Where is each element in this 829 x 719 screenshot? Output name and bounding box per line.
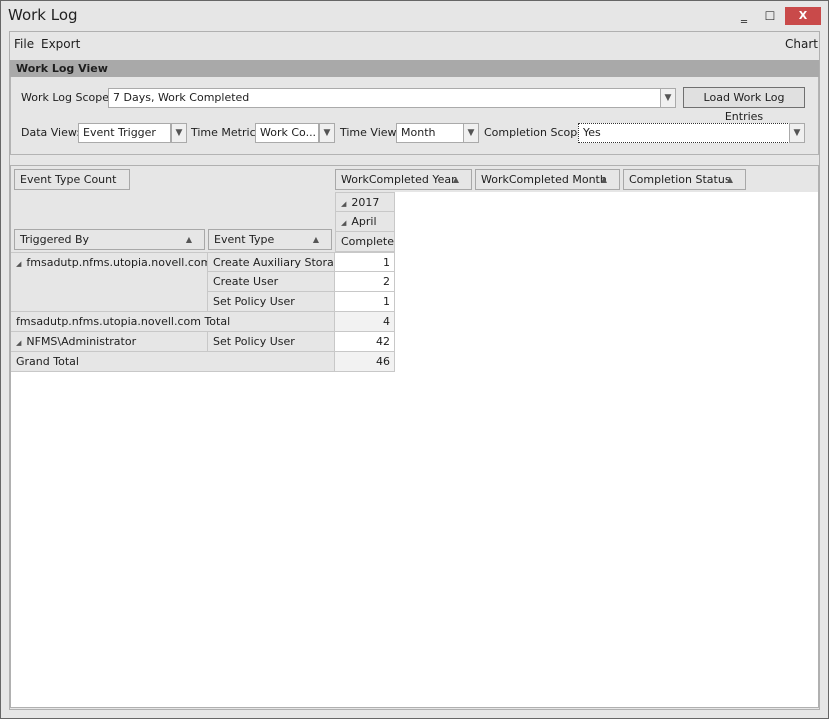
column-field-label: WorkCompleted Year	[341, 173, 456, 186]
data-view-dropdown-icon[interactable]: ▼	[171, 123, 187, 143]
event-type-cell: Create User	[208, 272, 335, 292]
collapse-icon: ◢	[341, 200, 347, 208]
scope-dropdown-icon[interactable]: ▼	[660, 88, 676, 108]
time-view-dropdown-icon[interactable]: ▼	[463, 123, 479, 143]
event-type-cell: Set Policy User	[208, 292, 335, 312]
column-header-year[interactable]: ◢ 2017	[335, 192, 395, 212]
grand-total-label: Grand Total	[11, 352, 335, 372]
time-view-label: Time View:	[340, 126, 400, 139]
group-total-label: fmsadutp.nfms.utopia.novell.com Total	[11, 312, 335, 332]
completion-scope-select[interactable]: Yes	[578, 123, 790, 143]
column-header-status: Completed	[335, 232, 395, 252]
row-header-group[interactable]: ◢ NFMS\Administrator	[11, 332, 208, 352]
load-work-log-entries-button[interactable]: Load Work Log Entries	[683, 87, 805, 123]
minimize-button[interactable]: ‗	[730, 7, 758, 25]
menu-chart[interactable]: Chart	[785, 37, 818, 51]
menu-export[interactable]: Export	[41, 37, 80, 51]
grand-total-value: 46	[335, 352, 395, 372]
sort-up-icon: ▲	[726, 175, 733, 184]
month-label: April	[351, 215, 377, 228]
group-title: Work Log View	[10, 60, 819, 77]
data-view-select[interactable]: Event Trigger	[78, 123, 171, 143]
maximize-button[interactable]: ☐	[756, 7, 784, 25]
time-view-select[interactable]: Month	[396, 123, 464, 143]
close-button[interactable]: X	[785, 7, 821, 25]
sort-up-icon: ▲	[185, 235, 192, 244]
column-field-year[interactable]: WorkCompleted Year ▲	[335, 169, 472, 190]
column-header-month[interactable]: ◢ April	[335, 212, 395, 232]
column-field-label: WorkCompleted Month	[481, 173, 607, 186]
column-field-month[interactable]: WorkCompleted Month ▲	[475, 169, 620, 190]
sort-up-icon: ▲	[600, 175, 607, 184]
row-field-label: Triggered By	[20, 233, 89, 246]
value-cell: 2	[335, 272, 395, 292]
collapse-icon: ◢	[341, 219, 347, 227]
row-field-triggered-by[interactable]: Triggered By ▲	[14, 229, 205, 250]
value-cell: 1	[335, 252, 395, 272]
column-field-label: Completion Status	[629, 173, 731, 186]
window-title: Work Log	[8, 6, 78, 24]
scope-label: Work Log Scope:	[21, 91, 113, 104]
collapse-icon: ◢	[16, 260, 22, 268]
collapse-icon: ◢	[16, 339, 22, 347]
column-field-completion-status[interactable]: Completion Status ▲	[623, 169, 746, 190]
data-view-label: Data View:	[21, 126, 80, 139]
group-name: NFMS\Administrator	[26, 335, 137, 348]
time-metric-dropdown-icon[interactable]: ▼	[319, 123, 335, 143]
menu-file[interactable]: File	[14, 37, 34, 51]
value-cell: 1	[335, 292, 395, 312]
event-type-cell: Set Policy User	[208, 332, 335, 352]
sort-up-icon: ▲	[452, 175, 459, 184]
row-field-event-type[interactable]: Event Type ▲	[208, 229, 332, 250]
completion-scope-label: Completion Scope:	[484, 126, 588, 139]
sort-up-icon: ▲	[312, 235, 319, 244]
data-field-event-type-count[interactable]: Event Type Count	[14, 169, 130, 190]
row-field-label: Event Type	[214, 233, 275, 246]
group-total-value: 4	[335, 312, 395, 332]
event-type-cell: Create Auxiliary Storage	[208, 252, 335, 272]
scope-input[interactable]: 7 Days, Work Completed	[108, 88, 661, 108]
time-metric-select[interactable]: Work Co...	[255, 123, 319, 143]
row-header-group[interactable]: ◢ fmsadutp.nfms.utopia.novell.com	[11, 252, 208, 312]
group-name: fmsadutp.nfms.utopia.novell.com	[26, 256, 208, 269]
year-label: 2017	[351, 196, 380, 209]
value-cell: 42	[335, 332, 395, 352]
completion-scope-dropdown-icon[interactable]: ▼	[789, 123, 805, 143]
time-metric-label: Time Metric:	[191, 126, 260, 139]
